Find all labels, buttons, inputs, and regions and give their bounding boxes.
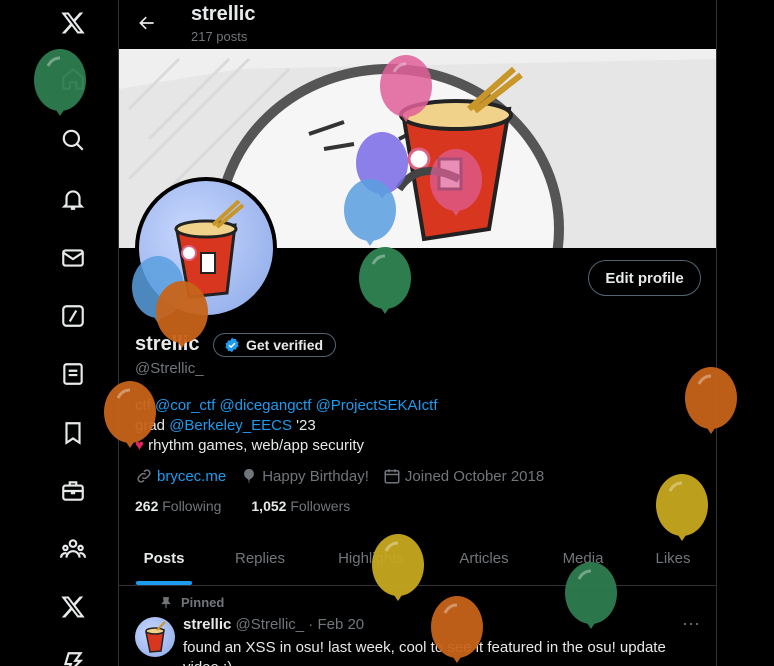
left-nav (0, 0, 118, 666)
post-text: found an XSS in osu! last week, cool to … (183, 639, 666, 666)
post-handle-date: @Strellic_ · Feb 20 (235, 616, 365, 633)
mention-link[interactable]: @cor_ctf (155, 397, 215, 414)
bio-text: grad (135, 417, 170, 434)
profile-handle: @Strellic_ (135, 360, 204, 377)
link-icon (137, 469, 151, 483)
premium-icon[interactable] (46, 580, 100, 634)
birthday-text: Happy Birthday! (262, 467, 369, 485)
header-post-count: 217 posts (191, 29, 248, 44)
profile-avatar[interactable] (135, 177, 277, 319)
header-profile-name: strellic (191, 3, 256, 25)
profile-column: strellic 217 posts Edit profile strellic… (118, 0, 717, 666)
pinned-label: Pinned (181, 595, 225, 610)
messages-icon[interactable] (46, 231, 100, 285)
active-tab-indicator (136, 581, 192, 585)
heart-emoji-icon: ♥ (135, 437, 144, 454)
verified-badge-icon (225, 337, 239, 353)
website-item: brycec.me (135, 467, 226, 485)
grok-icon[interactable] (46, 289, 100, 343)
search-icon[interactable] (46, 113, 100, 167)
calendar-icon (384, 469, 400, 484)
tab-posts[interactable]: Posts (119, 532, 209, 585)
back-button[interactable] (131, 8, 163, 38)
avatar-illustration (174, 199, 245, 299)
birthday-item: Happy Birthday! (240, 467, 369, 485)
home-icon[interactable] (46, 52, 100, 106)
mention-link[interactable]: @ProjectSEKAIctf (316, 397, 438, 414)
post-avatar-illustration (145, 621, 166, 653)
profile-display-name: strellic (135, 333, 200, 355)
verified-orgs-icon[interactable] (46, 636, 100, 666)
post-author-name[interactable]: strellic (183, 616, 231, 633)
profile-header: strellic 217 posts (119, 0, 716, 49)
followers-label: Followers (290, 498, 351, 514)
communities-icon[interactable] (46, 522, 100, 576)
bio-text: '23 (291, 417, 316, 434)
post-header: strellic @Strellic_ · Feb 20 (183, 616, 364, 633)
mention-link[interactable]: @Berkeley_EECS (169, 417, 292, 434)
jobs-icon[interactable] (46, 464, 100, 518)
following-label: Following (162, 498, 222, 514)
followers-link[interactable]: 1,052 Followers (251, 498, 350, 514)
tab-replies[interactable]: Replies (209, 532, 311, 585)
edit-profile-button[interactable]: Edit profile (588, 260, 701, 296)
balloon-icon (244, 468, 255, 483)
pinned-indicator: Pinned (159, 595, 224, 610)
get-verified-button[interactable]: Get verified (213, 333, 337, 357)
notifications-icon[interactable] (46, 172, 100, 226)
arrow-left-icon (139, 16, 154, 30)
tab-articles[interactable]: Articles (431, 532, 537, 585)
lists-icon[interactable] (46, 347, 100, 401)
following-count: 262 (135, 498, 159, 514)
profile-meta: brycec.me Happy Birthday! Joined October… (135, 466, 558, 486)
pinned-post[interactable]: Pinned strellic @Strellic_ · Feb 20 ··· … (119, 587, 716, 666)
more-options-icon[interactable]: ··· (679, 614, 703, 635)
profile-bio: ctf @cor_ctf @dicegangctf @ProjectSEKAIc… (135, 396, 438, 456)
bookmarks-icon[interactable] (46, 406, 100, 460)
website-link[interactable]: brycec.me (157, 468, 226, 485)
mention-link[interactable]: @dicegangctf (219, 397, 311, 414)
profile-tabs: Posts Replies Highlights Articles Media … (119, 532, 716, 586)
followers-count: 1,052 (251, 498, 287, 514)
bio-text: ctf (135, 397, 156, 414)
bio-text: rhythm games, web/app security (148, 437, 365, 454)
get-verified-label: Get verified (246, 337, 324, 353)
tab-likes[interactable]: Likes (629, 532, 716, 585)
follow-stats: 262 Following 1,052 Followers (135, 498, 350, 514)
post-author-avatar[interactable] (135, 617, 175, 657)
x-logo-icon[interactable] (46, 0, 100, 50)
joined-date: Joined October 2018 (404, 467, 545, 485)
tab-highlights[interactable]: Highlights (311, 532, 431, 585)
pin-icon (161, 596, 171, 608)
tab-media[interactable]: Media (537, 532, 629, 585)
joined-item: Joined October 2018 (383, 467, 544, 485)
following-link[interactable]: 262 Following (135, 498, 221, 514)
